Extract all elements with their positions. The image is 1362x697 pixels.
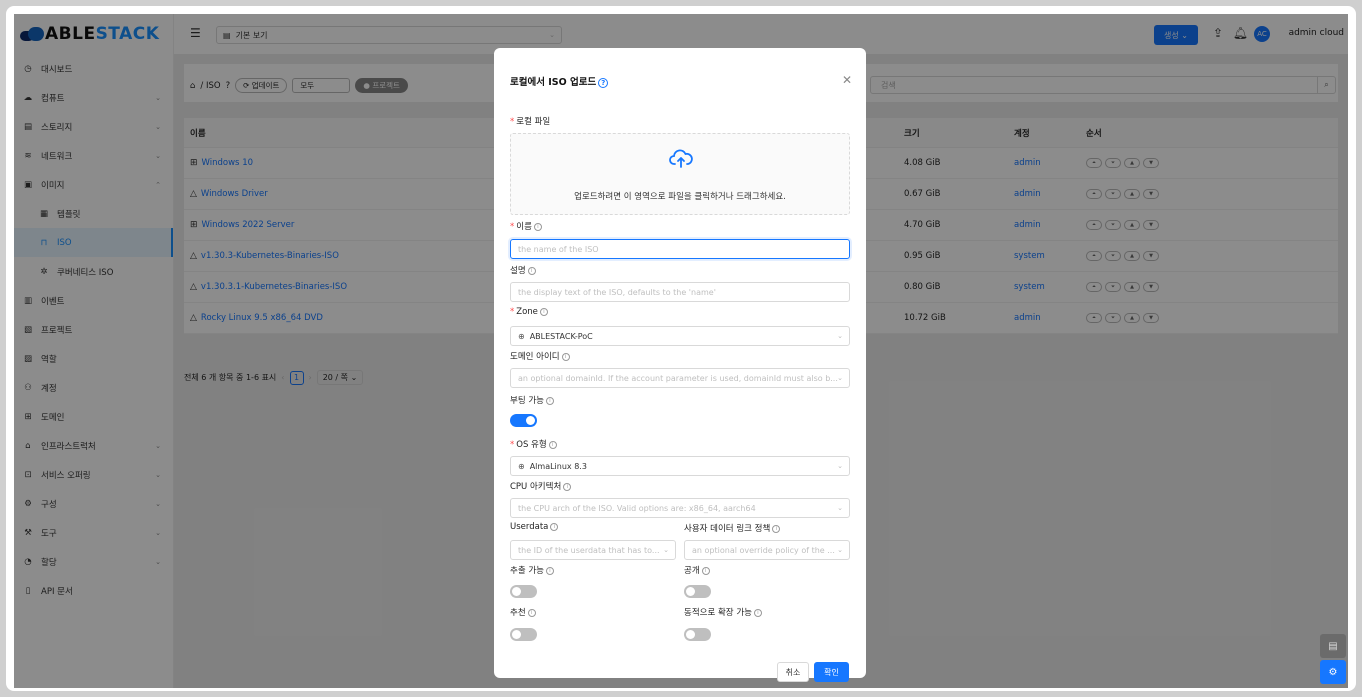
upload-dropzone[interactable]: 업로드하려면 이 영역으로 파일을 클릭하거나 드래그하세요. [510,133,850,215]
featured-label: 추천 i [510,606,536,618]
public-toggle[interactable] [684,585,711,598]
zone-select[interactable]: ⊕ ABLESTACK-PoC ⌄ [510,326,850,346]
os-type-select[interactable]: ⊕ AlmaLinux 8.3 ⌄ [510,456,850,476]
bootable-label: 부팅 가능 i [510,394,554,406]
public-label: 공개 i [684,564,710,576]
dynamic-scale-toggle[interactable] [684,628,711,641]
dialog-title: 로컬에서 ISO 업로드? [510,74,609,88]
bootable-toggle[interactable] [510,414,537,427]
cpu-arch-select[interactable]: the CPU arch of the ISO. Valid options a… [510,498,850,518]
ok-button[interactable]: 확인 [814,662,849,682]
close-icon[interactable]: ✕ [842,73,852,87]
settings-fab-icon[interactable]: ⚙ [1320,660,1346,684]
globe-icon: ⊕ [518,331,525,341]
domain-label: 도메인 아이디 i [510,350,570,362]
local-file-label: * 로컬 파일 [510,117,551,127]
domain-select[interactable]: an optional domainId. If the account par… [510,368,850,388]
extractable-label: 추출 가능 i [510,564,554,576]
globe-icon: ⊕ [518,461,525,471]
description-label: 설명 i [510,264,536,276]
cancel-button[interactable]: 취소 [777,662,809,682]
userdata-label: Userdata i [510,522,559,532]
dynamic-scale-label: 동적으로 확장 가능 i [684,606,762,618]
description-input[interactable]: the display text of the ISO, defaults to… [510,282,850,302]
userdata-policy-label: 사용자 데이터 링크 정책 i [684,522,781,534]
app: ABLE STACK ◷ 대시보드 ☁ 컴퓨트 ⌄ ▤ 스토리지 ⌄ ≋ 네트워크 ⌄ ▣ 이미지 ⌃ ▦ 템플… [14,14,1348,688]
upload-iso-dialog: 로컬에서 ISO 업로드? ✕ * 로컬 파일 업로드하려면 이 영역으로 파일을… [494,48,866,682]
help-icon[interactable]: ? [598,77,609,88]
featured-toggle[interactable] [510,628,537,641]
cloud-upload-icon [669,149,693,168]
os-type-label: * OS 유형 i [510,438,557,450]
cpu-arch-label: CPU 아키텍처 i [510,480,572,492]
dock-icon[interactable]: ▤ [1320,634,1346,658]
userdata-select[interactable]: the ID of the userdata that has to... ⌄ [510,540,676,560]
userdata-policy-select[interactable]: an optional override policy of the ... ⌄ [684,540,850,560]
name-input[interactable]: the name of the ISO [510,239,850,259]
upload-hint: 업로드하려면 이 영역으로 파일을 클릭하거나 드래그하세요. [574,192,786,202]
zone-label: * Zone i [510,307,548,317]
extractable-toggle[interactable] [510,585,537,598]
name-label: * 이름 i [510,220,542,232]
